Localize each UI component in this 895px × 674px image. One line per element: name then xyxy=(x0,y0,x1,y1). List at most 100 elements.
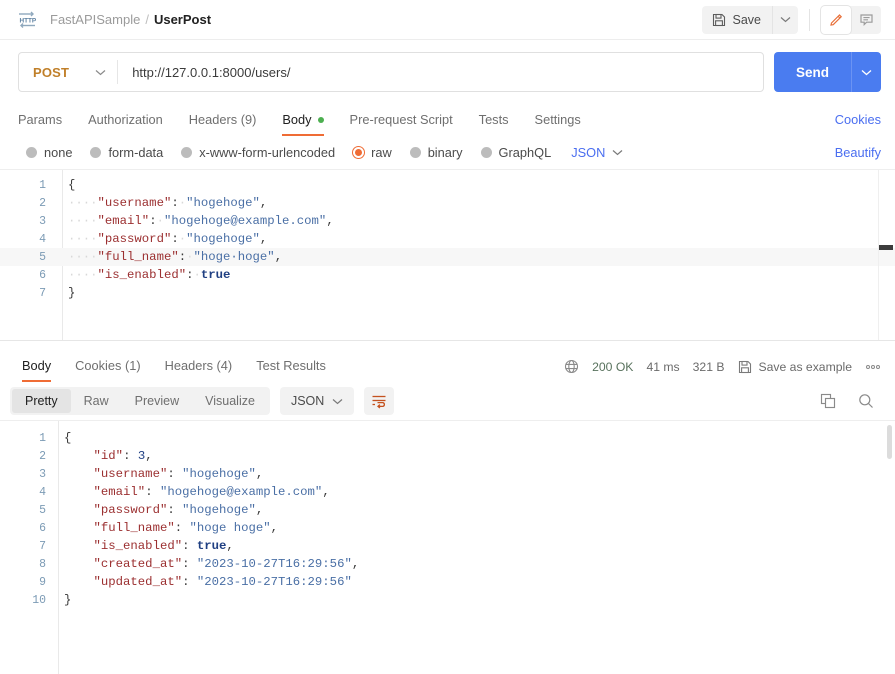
url-row: POST http://127.0.0.1:8000/users/ Send xyxy=(0,40,895,104)
response-scrollbar[interactable] xyxy=(887,425,892,459)
tab-label: Settings xyxy=(535,112,581,127)
body-type-raw[interactable]: raw xyxy=(353,145,392,160)
send-button[interactable]: Send xyxy=(774,52,851,92)
view-visualize[interactable]: Visualize xyxy=(192,389,268,413)
body-modified-dot-icon xyxy=(318,117,324,123)
save-button[interactable]: Save xyxy=(702,6,773,34)
response-tab-cookies[interactable]: Cookies (1) xyxy=(75,358,140,382)
code-line[interactable]: 5····"full_name":·"hoge·hoge", xyxy=(0,248,895,266)
response-tab-test-results[interactable]: Test Results xyxy=(256,358,326,382)
body-format-dropdown[interactable]: JSON xyxy=(571,145,623,160)
editor-track-line xyxy=(878,170,879,340)
save-options-dropdown[interactable] xyxy=(772,6,798,34)
tab-label: Body xyxy=(282,112,311,127)
tab-headers[interactable]: Headers (9) xyxy=(189,112,257,136)
send-button-group: Send xyxy=(774,52,881,92)
line-number: 8 xyxy=(0,558,46,571)
tab-params[interactable]: Params xyxy=(18,112,62,136)
postman-request-window: HTTP FastAPISample / UserPost Save xyxy=(0,0,895,674)
tab-body[interactable]: Body xyxy=(282,112,323,136)
body-type-none[interactable]: none xyxy=(26,145,72,160)
tab-label: Params xyxy=(18,112,62,127)
method-selector[interactable]: POST xyxy=(19,53,117,91)
code-line[interactable]: 7 "is_enabled": true, xyxy=(0,537,895,555)
code-line[interactable]: 7} xyxy=(0,284,895,302)
copy-response-button[interactable] xyxy=(813,387,843,415)
body-type-form-data[interactable]: form-data xyxy=(90,145,163,160)
code-line[interactable]: 2 "id": 3, xyxy=(0,447,895,465)
body-type-label: none xyxy=(44,145,72,160)
radio-icon-selected xyxy=(353,147,364,158)
globe-icon xyxy=(564,359,579,374)
copy-icon xyxy=(820,393,836,409)
save-as-example-label: Save as example xyxy=(759,360,853,374)
body-type-x-www-form-urlencoded[interactable]: x-www-form-urlencoded xyxy=(181,145,335,160)
code-line[interactable]: 3····"email":·"hogehoge@example.com", xyxy=(0,212,895,230)
code-line[interactable]: 4 "email": "hogehoge@example.com", xyxy=(0,483,895,501)
breadcrumb: FastAPISample / UserPost xyxy=(50,12,211,27)
code-text: "created_at": "2023-10-27T16:29:56", xyxy=(46,557,359,571)
view-preview[interactable]: Preview xyxy=(122,389,192,413)
search-icon xyxy=(858,393,874,409)
code-line[interactable]: 2····"username":·"hogehoge", xyxy=(0,194,895,212)
code-line[interactable]: 9 "updated_at": "2023-10-27T16:29:56" xyxy=(0,573,895,591)
code-line[interactable]: 3 "username": "hogehoge", xyxy=(0,465,895,483)
code-line[interactable]: 1{ xyxy=(0,176,895,194)
body-type-graphql[interactable]: GraphQL xyxy=(481,145,552,160)
request-body-code[interactable]: 1{2····"username":·"hogehoge",3····"emai… xyxy=(0,170,895,340)
response-format-dropdown[interactable]: JSON xyxy=(280,387,354,415)
response-format-label: JSON xyxy=(291,394,324,408)
body-type-label: form-data xyxy=(108,145,163,160)
body-type-label: GraphQL xyxy=(499,145,552,160)
edit-button[interactable] xyxy=(821,6,851,34)
tab-tests[interactable]: Tests xyxy=(479,112,509,136)
code-text: { xyxy=(46,178,75,192)
code-line[interactable]: 1{ xyxy=(0,429,895,447)
response-tab-headers[interactable]: Headers (4) xyxy=(165,358,233,382)
response-body-viewer[interactable]: 1{2 "id": 3,3 "username": "hogehoge",4 "… xyxy=(0,420,895,674)
save-as-example-button[interactable]: Save as example xyxy=(738,360,853,374)
line-number: 9 xyxy=(0,576,46,589)
url-input[interactable]: http://127.0.0.1:8000/users/ xyxy=(118,65,763,80)
comment-button[interactable] xyxy=(851,6,881,34)
request-body-editor[interactable]: 1{2····"username":·"hogehoge",3····"emai… xyxy=(0,169,895,340)
response-meta: 200 OK 41 ms 321 B Save as example xyxy=(564,359,881,382)
response-status: 200 OK xyxy=(592,360,633,374)
word-wrap-toggle[interactable] xyxy=(364,387,394,415)
line-number: 10 xyxy=(0,594,46,607)
radio-icon xyxy=(26,147,37,158)
beautify-link[interactable]: Beautify xyxy=(835,145,881,160)
line-number: 2 xyxy=(0,450,46,463)
response-tab-body[interactable]: Body xyxy=(22,358,51,382)
view-pretty[interactable]: Pretty xyxy=(12,389,71,413)
code-text: ····"email":·"hogehoge@example.com", xyxy=(46,214,334,228)
ellipsis-icon[interactable] xyxy=(865,364,881,370)
body-type-binary[interactable]: binary xyxy=(410,145,463,160)
code-text: ····"full_name":·"hoge·hoge", xyxy=(46,250,282,264)
response-body-code[interactable]: 1{2 "id": 3,3 "username": "hogehoge",4 "… xyxy=(0,421,895,674)
search-response-button[interactable] xyxy=(851,387,881,415)
save-button-label: Save xyxy=(733,13,762,27)
code-line[interactable]: 6 "full_name": "hoge hoge", xyxy=(0,519,895,537)
breadcrumb-request-name[interactable]: UserPost xyxy=(154,12,211,27)
view-raw[interactable]: Raw xyxy=(71,389,122,413)
code-line[interactable]: 8 "created_at": "2023-10-27T16:29:56", xyxy=(0,555,895,573)
tab-authorization[interactable]: Authorization xyxy=(88,112,163,136)
code-line[interactable]: 5 "password": "hogehoge", xyxy=(0,501,895,519)
line-number: 4 xyxy=(0,486,46,499)
line-number: 5 xyxy=(0,251,46,264)
breadcrumb-collection[interactable]: FastAPISample xyxy=(50,12,140,27)
editor-scroll-marker xyxy=(879,245,893,250)
cookies-link[interactable]: Cookies xyxy=(835,112,881,136)
line-number: 6 xyxy=(0,522,46,535)
send-options-dropdown[interactable] xyxy=(851,52,881,92)
code-line[interactable]: 10} xyxy=(0,591,895,609)
word-wrap-icon xyxy=(371,394,387,409)
tab-pre-request-script[interactable]: Pre-request Script xyxy=(350,112,453,136)
tab-settings[interactable]: Settings xyxy=(535,112,581,136)
code-line[interactable]: 4····"password":·"hogehoge", xyxy=(0,230,895,248)
code-line[interactable]: 6····"is_enabled":·true xyxy=(0,266,895,284)
floppy-disk-icon xyxy=(738,360,752,374)
body-type-label: raw xyxy=(371,145,392,160)
code-text: "email": "hogehoge@example.com", xyxy=(46,485,330,499)
